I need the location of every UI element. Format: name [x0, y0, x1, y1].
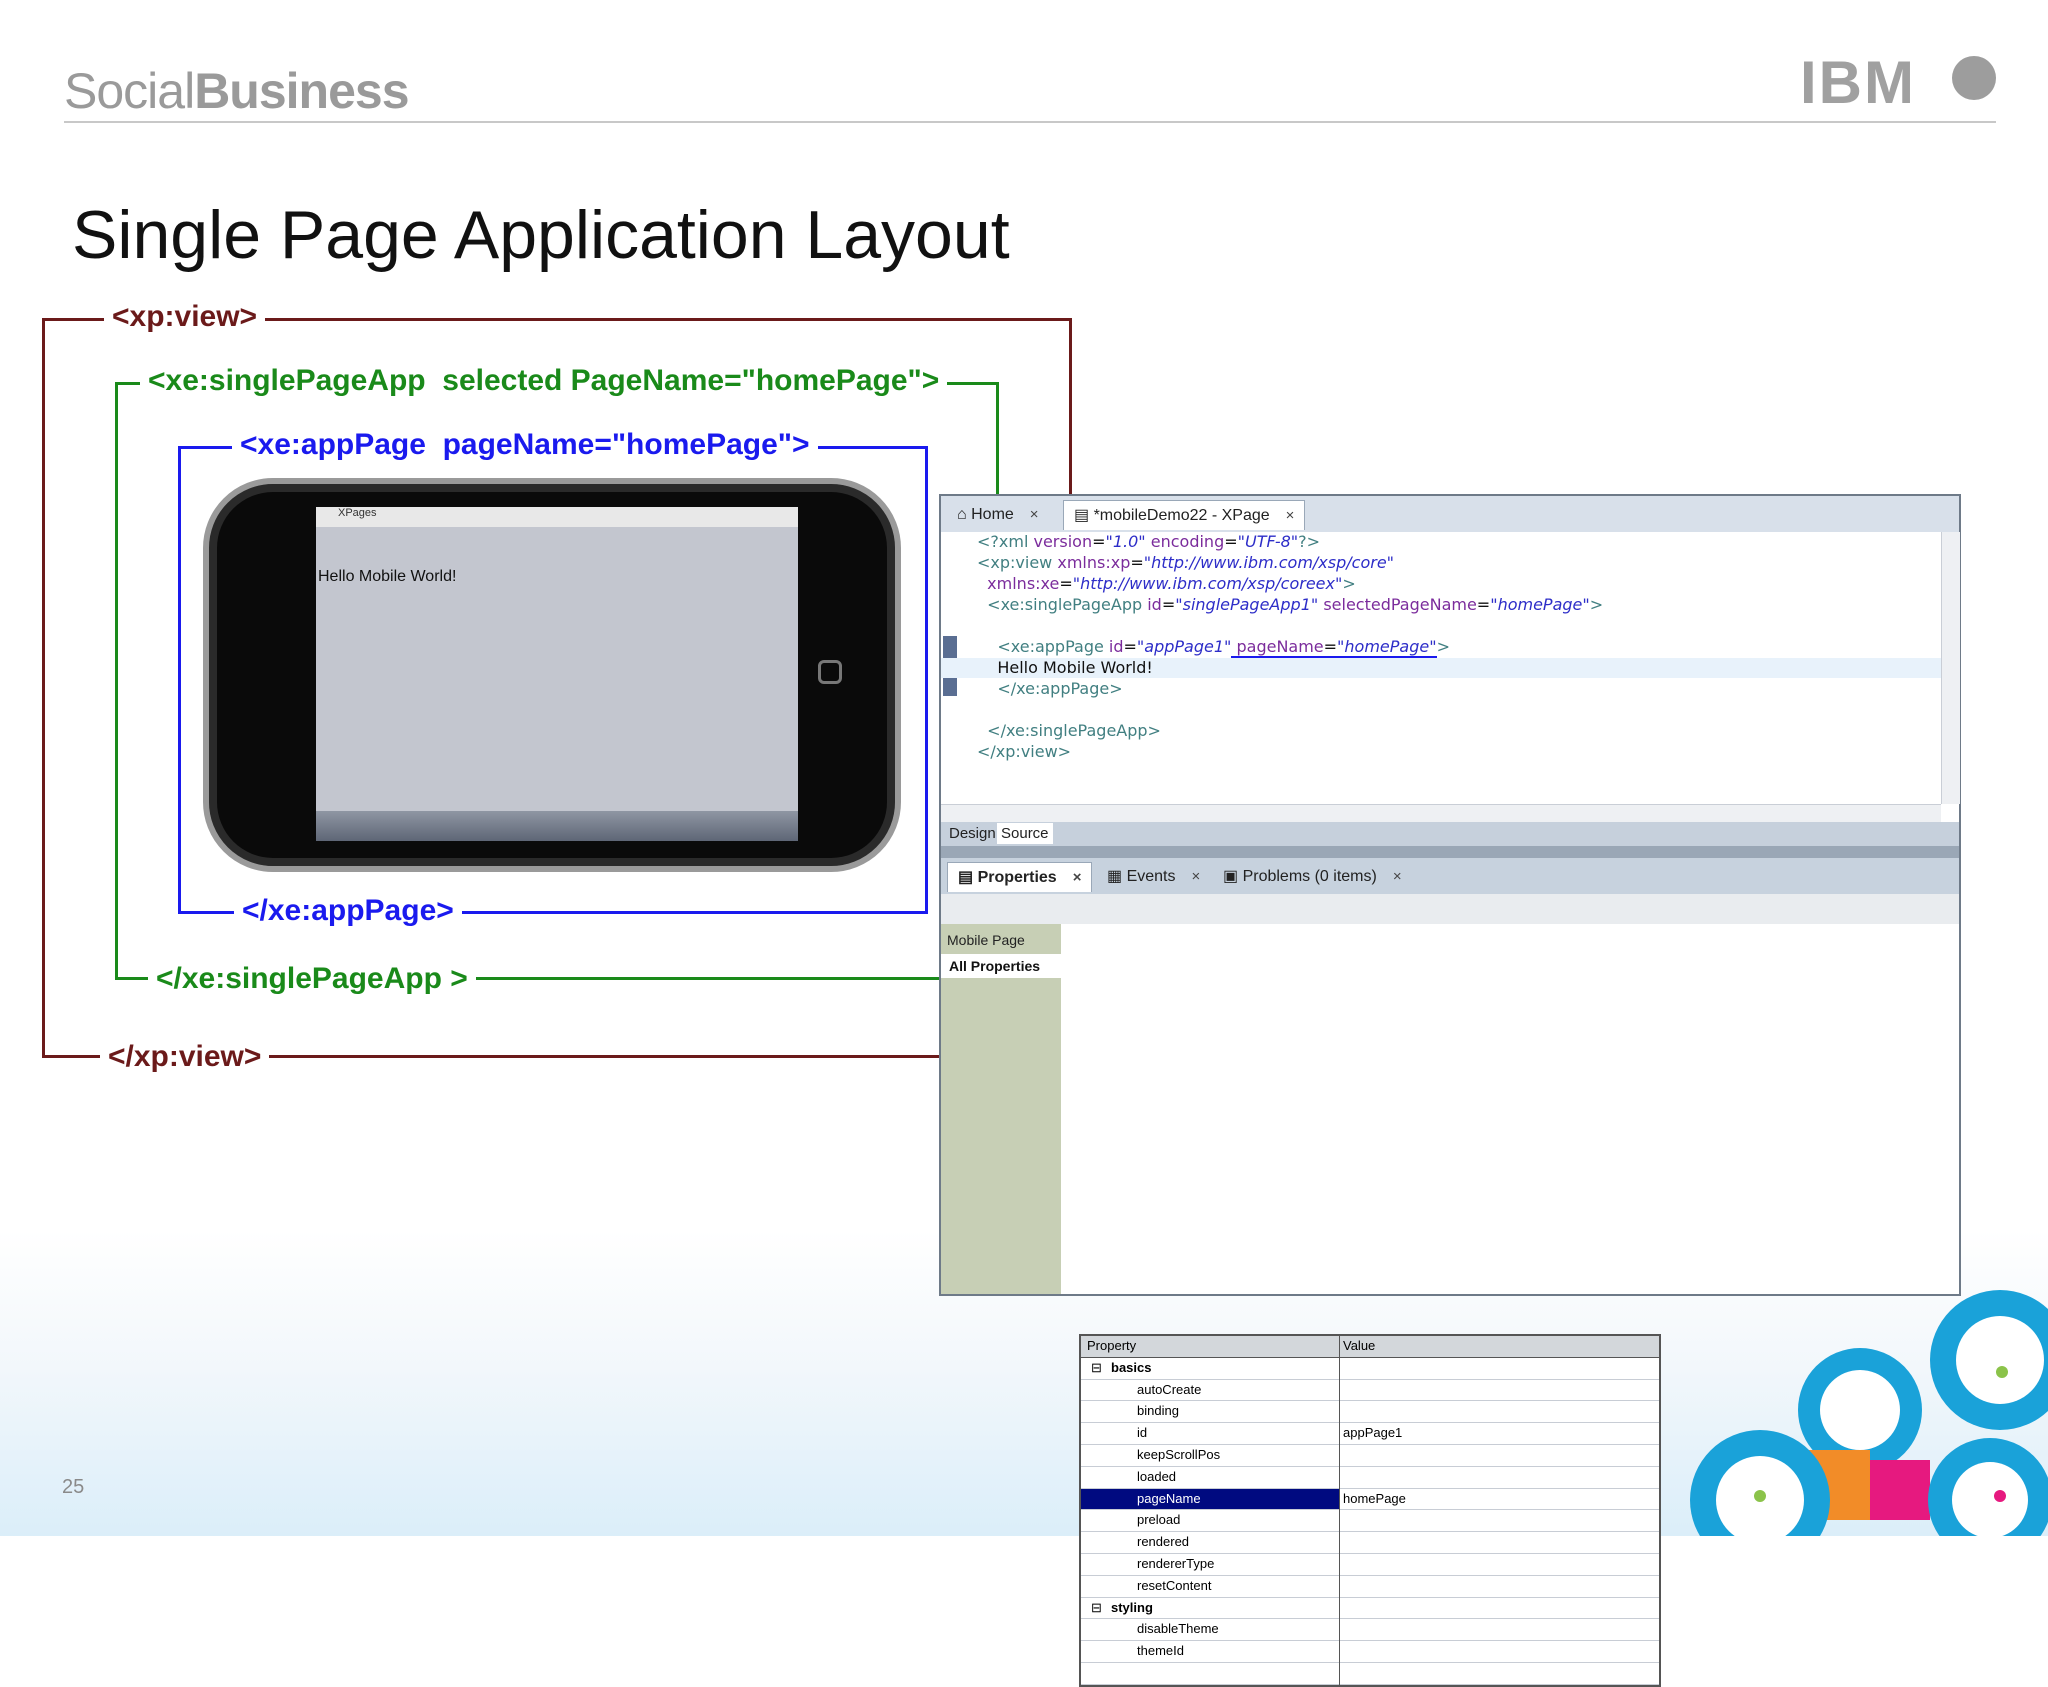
table-row[interactable]: autoCreate — [1081, 1380, 1659, 1402]
table-row[interactable]: loaded — [1081, 1467, 1659, 1489]
table-row[interactable]: disableTheme — [1081, 1619, 1659, 1642]
properties-panel: Mobile Page All Properties Property Valu… — [941, 894, 1959, 1687]
styling-rows: disableTheme themeId — [1081, 1619, 1659, 1663]
table-row[interactable]: resetContent — [1081, 1576, 1659, 1598]
page-number: 25 — [62, 1476, 85, 1498]
code-line: xmlns:xe="http://www.ibm.com/xsp/coreex"… — [987, 574, 1356, 593]
tab-events[interactable]: ▦ Events × — [1097, 862, 1210, 892]
code-line: Hello Mobile World! — [977, 658, 1153, 677]
code-line: <xe:appPage id="appPage1" pageName="home… — [977, 637, 1450, 658]
editor-mode-bar: Design Source — [941, 822, 1959, 846]
property-name: preload — [1137, 1512, 1181, 1528]
property-name: id — [1137, 1425, 1148, 1441]
table-row[interactable]: preload — [1081, 1510, 1659, 1533]
phone-status-bar: XPages — [316, 507, 798, 527]
table-row[interactable]: pageName homePage — [1081, 1488, 1659, 1511]
tab-mobile-demo[interactable]: ▤ *mobileDemo22 - XPage × — [1063, 500, 1306, 530]
code-line: </xe:appPage> — [977, 679, 1123, 698]
header-divider — [64, 121, 1996, 123]
table-row[interactable]: keepScrollPos — [1081, 1445, 1659, 1467]
collapse-icon[interactable]: ⊟ — [1091, 1598, 1102, 1618]
property-name: loaded — [1137, 1468, 1177, 1484]
property-name: resetContent — [1137, 1577, 1212, 1593]
xpage-file-icon: ▤ — [1074, 507, 1094, 524]
single-page-app-open-label: <xe:singlePageApp selected PageName="hom… — [140, 364, 948, 398]
vertical-scrollbar[interactable] — [1941, 532, 1960, 804]
close-icon[interactable]: × — [1393, 868, 1402, 885]
table-row[interactable]: rendered — [1081, 1532, 1659, 1554]
close-icon[interactable]: × — [1030, 506, 1039, 523]
app-page-close-label: </xe:appPage> — [234, 894, 462, 928]
code-line: <?xml version="1.0" encoding="UTF-8"?> — [977, 532, 1321, 551]
collapse-icon[interactable]: ⊟ — [1091, 1358, 1102, 1378]
decorative-circles-logo — [1690, 1290, 2048, 1536]
side-tab-mobile-page[interactable]: Mobile Page — [947, 932, 1025, 948]
events-icon: ▦ — [1107, 868, 1127, 885]
property-name: autoCreate — [1137, 1381, 1202, 1397]
code-line: <xe:singlePageApp id="singlePageApp1" se… — [977, 595, 1604, 614]
property-name: rendererType — [1137, 1555, 1215, 1571]
problems-icon: ▣ — [1223, 868, 1243, 885]
close-icon[interactable]: × — [1286, 507, 1295, 524]
panel-divider — [941, 846, 1959, 858]
tab-home[interactable]: ⌂ Home × — [947, 500, 1049, 530]
page-title: Single Page Application Layout — [72, 197, 1010, 273]
phone-hello-text: Hello Mobile World! — [318, 568, 457, 585]
properties-content — [1061, 924, 1959, 1294]
table-row[interactable]: id appPage1 — [1081, 1423, 1659, 1445]
app-page-open-label: <xe:appPage pageName="homePage"> — [232, 428, 818, 462]
property-value[interactable]: homePage — [1343, 1489, 1406, 1509]
group-styling[interactable]: ⊟ styling — [1081, 1598, 1659, 1620]
table-header: Property Value — [1081, 1336, 1659, 1358]
code-line: <xp:view xmlns:xp="http://www.ibm.com/xs… — [977, 553, 1395, 572]
properties-icon: ▤ — [958, 869, 978, 886]
social-business-logo: SocialBusiness — [64, 63, 410, 119]
tab-properties[interactable]: ▤ Properties × — [947, 862, 1093, 892]
table-row — [1081, 1663, 1659, 1685]
tab-design[interactable]: Design — [949, 825, 996, 842]
properties-side-bar: Mobile Page All Properties — [941, 924, 1061, 1294]
property-name: keepScrollPos — [1137, 1446, 1221, 1462]
property-name: binding — [1137, 1403, 1179, 1419]
table-row[interactable]: themeId — [1081, 1641, 1659, 1663]
table-row[interactable]: rendererType — [1081, 1554, 1659, 1576]
phone-toolbar — [316, 811, 798, 841]
xp-view-close-label: </xp:view> — [100, 1040, 270, 1074]
properties-table: Property Value ⊟ basics autoCreate bindin… — [1079, 1334, 1661, 1687]
side-tab-all-properties[interactable]: All Properties — [941, 954, 1061, 978]
globe-icon — [1952, 56, 1996, 100]
group-basics[interactable]: ⊟ basics — [1081, 1358, 1659, 1380]
tab-source[interactable]: Source — [997, 823, 1053, 844]
tab-problems[interactable]: ▣ Problems (0 items) × — [1213, 862, 1412, 892]
close-icon[interactable]: × — [1191, 868, 1200, 885]
table-row[interactable]: binding — [1081, 1401, 1659, 1424]
column-divider — [1339, 1336, 1340, 1685]
single-page-app-close-label: </xe:singlePageApp > — [148, 962, 476, 996]
ide-window: ⌂ Home × ▤ *mobileDemo22 - XPage × <?xml v… — [939, 494, 1961, 1687]
editor-tab-bar: ⌂ Home × ▤ *mobileDemo22 - XPage × — [941, 496, 1959, 532]
close-icon[interactable]: × — [1073, 869, 1082, 886]
view-tab-bar: ▤ Properties × ▦ Events × ▣ Problems (0 it… — [941, 858, 1959, 894]
property-name: pageName — [1081, 1488, 1339, 1509]
horizontal-scrollbar[interactable] — [941, 804, 1941, 823]
phone-home-button — [818, 660, 842, 684]
value-column-header: Value — [1343, 1338, 1376, 1353]
phone-screen — [316, 507, 798, 841]
property-column-header: Property — [1087, 1338, 1137, 1353]
code-line: </xe:singlePageApp> — [977, 721, 1161, 740]
code-editor[interactable]: <?xml version="1.0" encoding="UTF-8"?> <… — [941, 532, 1960, 823]
property-name: rendered — [1137, 1534, 1190, 1550]
basics-rows: autoCreate binding id appPage1 keepScrollPos… — [1081, 1380, 1659, 1598]
property-value[interactable]: appPage1 — [1343, 1423, 1402, 1443]
property-name: disableTheme — [1137, 1621, 1219, 1637]
property-name: themeId — [1137, 1643, 1184, 1659]
code-line: </xp:view> — [977, 742, 1072, 761]
xp-view-open-label: <xp:view> — [104, 300, 266, 334]
ibm-logo: IBM — [1800, 49, 1916, 116]
home-icon: ⌂ — [957, 506, 972, 523]
